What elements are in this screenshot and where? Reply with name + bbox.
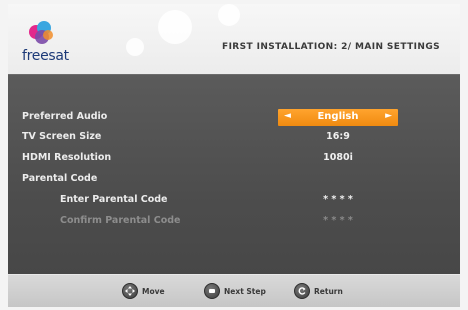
setting-label: Enter Parental Code: [60, 194, 168, 205]
return-icon: [294, 283, 310, 299]
setting-label: Preferred Audio: [22, 111, 108, 122]
setting-label: Confirm Parental Code: [60, 215, 181, 226]
settings-panel: Preferred Audio ◄ English ► TV Screen Si…: [8, 74, 460, 275]
setting-value: 1080i: [323, 152, 353, 163]
freesat-logo-icon: [29, 21, 53, 44]
footer-hint-bar: Move Next Step Return: [8, 274, 460, 307]
pin-confirm-field: * * * *: [323, 215, 353, 226]
move-icon: [122, 283, 138, 299]
setting-label: HDMI Resolution: [22, 152, 112, 163]
arrow-right-icon[interactable]: ►: [385, 111, 392, 121]
hint-return: Return: [294, 283, 343, 299]
setting-row-confirm-parental-code: Confirm Parental Code * * * *: [8, 212, 460, 232]
decor-bubble: [126, 38, 144, 56]
hint-label: Next Step: [224, 286, 266, 296]
setting-value: English: [317, 111, 359, 122]
setting-value: 16:9: [326, 131, 350, 142]
header-bar: freesat FIRST INSTALLATION: 2/ MAIN SETT…: [8, 4, 460, 74]
decor-bubble: [218, 4, 240, 26]
pin-entry-field[interactable]: * * * *: [278, 194, 398, 205]
setting-row-preferred-audio[interactable]: Preferred Audio ◄ English ►: [8, 108, 460, 128]
setting-label: Parental Code: [22, 173, 98, 184]
ok-button-icon: [204, 283, 220, 299]
setting-label: TV Screen Size: [22, 131, 102, 142]
logo-text: freesat: [22, 48, 69, 64]
setting-row-hdmi-resolution[interactable]: HDMI Resolution 1080i: [8, 149, 460, 169]
freesat-logo: freesat: [22, 18, 74, 64]
installation-screen: freesat FIRST INSTALLATION: 2/ MAIN SETT…: [0, 0, 468, 310]
hint-label: Return: [314, 286, 343, 296]
setting-row-tv-screen-size[interactable]: TV Screen Size 16:9: [8, 128, 460, 148]
hint-move: Move: [122, 283, 165, 299]
audio-selector[interactable]: ◄ English ►: [278, 109, 398, 126]
hint-next-step: Next Step: [204, 283, 266, 299]
decor-bubble: [158, 10, 192, 44]
setting-row-enter-parental-code[interactable]: Enter Parental Code * * * *: [8, 191, 460, 211]
hint-label: Move: [142, 286, 165, 296]
setting-row-parental-code: Parental Code: [8, 170, 460, 190]
page-title: FIRST INSTALLATION: 2/ MAIN SETTINGS: [222, 42, 440, 52]
